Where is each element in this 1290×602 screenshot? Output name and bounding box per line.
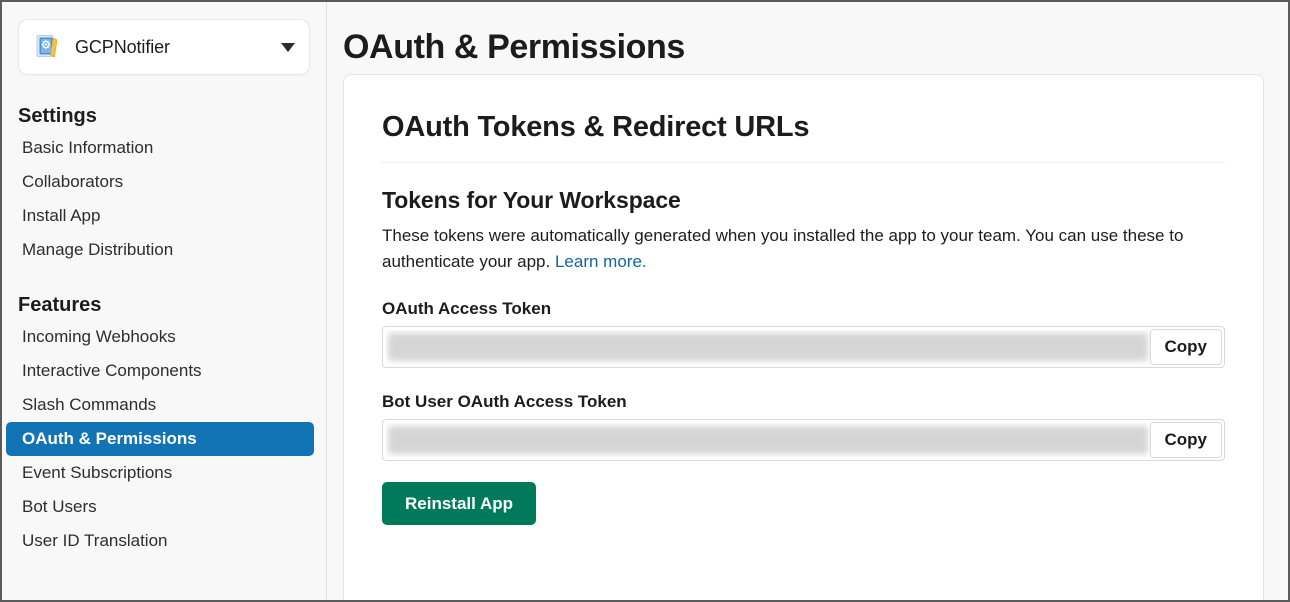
oauth-access-token-input[interactable] — [386, 330, 1150, 364]
card-title: OAuth Tokens & Redirect URLs — [382, 75, 1225, 163]
sidebar-item-user-id-translation[interactable]: User ID Translation — [6, 524, 316, 558]
app-name-label: GCPNotifier — [75, 36, 170, 57]
sidebar-nav-features: Incoming Webhooks Interactive Components… — [2, 320, 326, 558]
bot-user-oauth-access-token-input[interactable] — [386, 423, 1150, 457]
sidebar-item-incoming-webhooks[interactable]: Incoming Webhooks — [6, 320, 316, 354]
sidebar-item-oauth-permissions[interactable]: OAuth & Permissions — [6, 422, 314, 456]
section-description: These tokens were automatically generate… — [382, 223, 1207, 275]
sidebar-section-title-settings: Settings — [18, 105, 97, 127]
app-switcher[interactable]: GCPNotifier — [18, 19, 310, 75]
section-title-tokens-for-workspace: Tokens for Your Workspace — [382, 187, 681, 213]
redaction-overlay — [388, 333, 1148, 361]
field-label-oauth-access-token: OAuth Access Token — [382, 299, 552, 318]
sidebar-item-collaborators[interactable]: Collaborators — [6, 165, 316, 199]
oauth-tokens-card: OAuth Tokens & Redirect URLs Tokens for … — [343, 74, 1264, 600]
sidebar-item-interactive-components[interactable]: Interactive Components — [6, 354, 316, 388]
sidebar: GCPNotifier Settings Basic Information C… — [2, 2, 327, 600]
field-label-bot-user-oauth-access-token: Bot User OAuth Access Token — [382, 392, 627, 411]
sidebar-item-bot-users[interactable]: Bot Users — [6, 490, 316, 524]
app-window: GCPNotifier Settings Basic Information C… — [2, 2, 1288, 600]
main-content: OAuth & Permissions OAuth Tokens & Redir… — [327, 2, 1288, 600]
copy-bot-user-oauth-access-token-button[interactable]: Copy — [1149, 422, 1222, 458]
redaction-overlay — [388, 426, 1148, 454]
sidebar-item-slash-commands[interactable]: Slash Commands — [6, 388, 316, 422]
learn-more-link[interactable]: Learn more. — [555, 252, 647, 271]
oauth-access-token-row: Copy — [382, 326, 1225, 368]
bot-user-oauth-access-token-row: Copy — [382, 419, 1225, 461]
app-notebook-icon — [33, 32, 63, 62]
sidebar-item-event-subscriptions[interactable]: Event Subscriptions — [6, 456, 316, 490]
sidebar-item-install-app[interactable]: Install App — [6, 199, 316, 233]
copy-oauth-access-token-button[interactable]: Copy — [1149, 329, 1222, 365]
sidebar-item-basic-information[interactable]: Basic Information — [6, 131, 316, 165]
page-title: OAuth & Permissions — [343, 28, 685, 66]
sidebar-section-title-features: Features — [18, 294, 102, 316]
chevron-down-icon[interactable] — [281, 42, 295, 52]
reinstall-app-button[interactable]: Reinstall App — [382, 482, 536, 525]
section-description-text: These tokens were automatically generate… — [382, 226, 1184, 271]
sidebar-item-manage-distribution[interactable]: Manage Distribution — [6, 233, 316, 267]
sidebar-nav-settings: Basic Information Collaborators Install … — [2, 131, 326, 267]
